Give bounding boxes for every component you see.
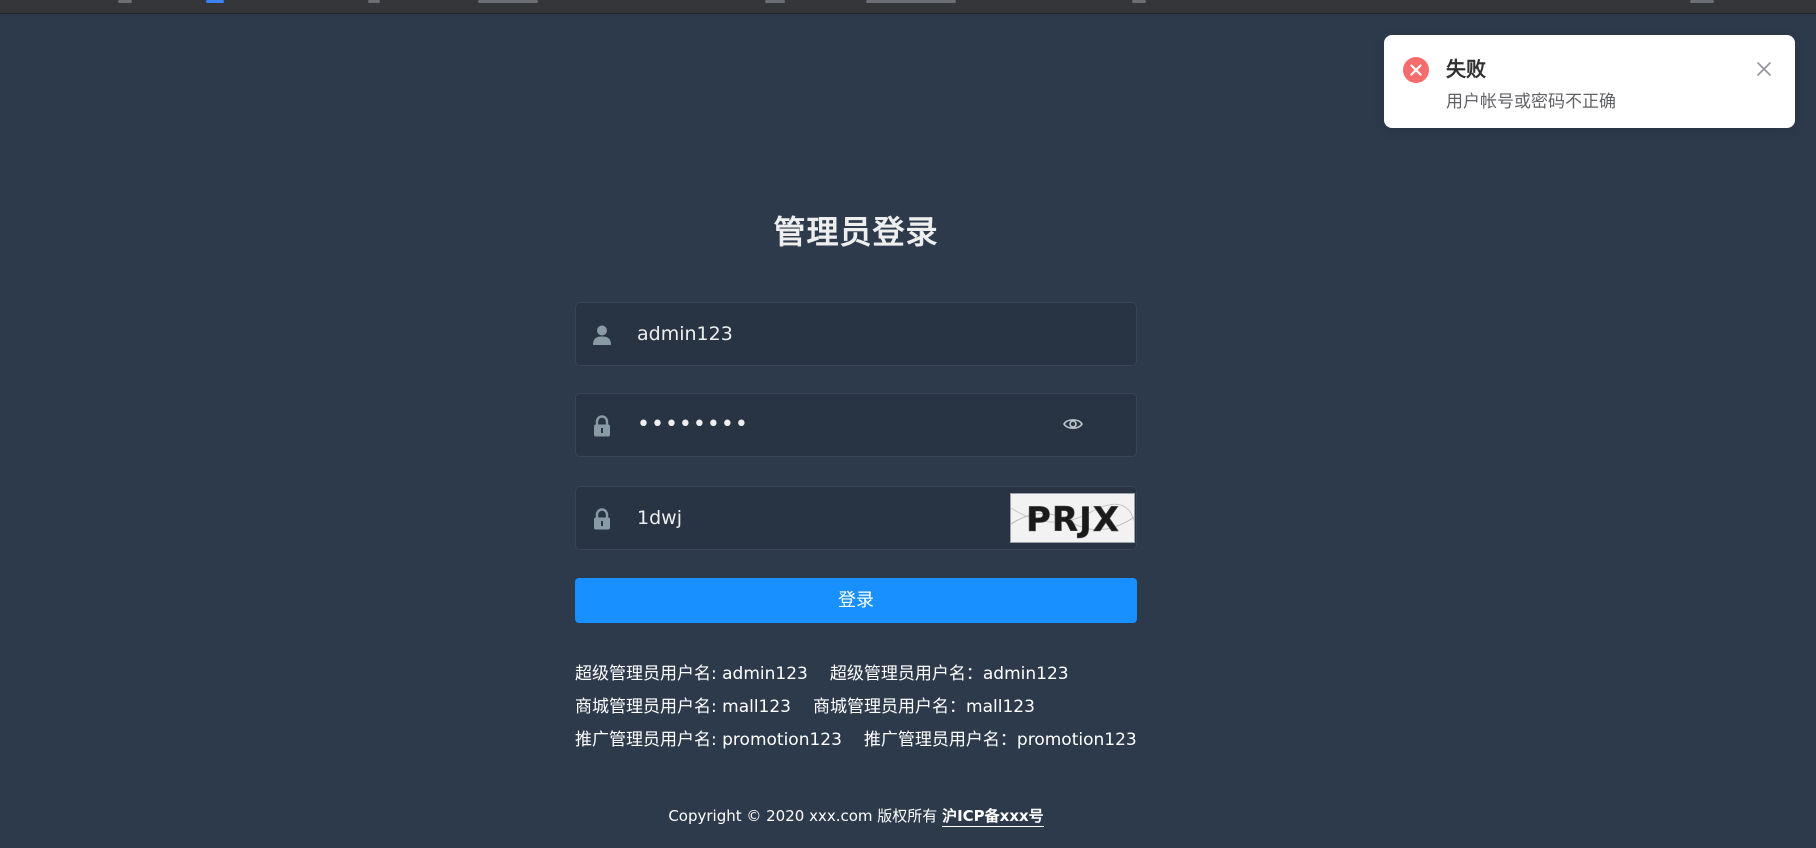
- browser-bookmark-bar: [0, 0, 1816, 14]
- bookmark-fragment: [765, 0, 785, 3]
- hint-text: 超级管理员用户名：admin123: [829, 664, 1069, 684]
- captcha-image[interactable]: PRJX: [1010, 493, 1135, 543]
- captcha-text: PRJX: [1026, 500, 1120, 540]
- error-notification: 失败 用户帐号或密码不正确: [1384, 35, 1795, 128]
- close-icon[interactable]: [1756, 61, 1772, 77]
- bookmark-fragment: [118, 0, 132, 3]
- eye-icon[interactable]: [1063, 414, 1083, 434]
- bookmark-fragment: [368, 0, 380, 3]
- bookmark-fragment: [866, 0, 956, 3]
- page-title: 管理员登录: [773, 213, 939, 251]
- bookmark-fragment: [1690, 0, 1714, 3]
- hint-line: 推广管理员用户名: promotion123 推广管理员用户名：promotion…: [575, 725, 1195, 750]
- password-field[interactable]: ••••••••: [575, 393, 1137, 457]
- hint-line: 超级管理员用户名: admin123 超级管理员用户名：admin123: [575, 659, 1195, 684]
- hint-line: 商城管理员用户名: mall123 商城管理员用户名：mall123: [575, 692, 1195, 717]
- notification-title: 失败: [1446, 57, 1486, 81]
- lock-icon: [592, 415, 612, 437]
- captcha-field[interactable]: 1dwj PRJX: [575, 486, 1137, 550]
- username-field[interactable]: admin123: [575, 302, 1137, 366]
- notification-message: 用户帐号或密码不正确: [1446, 92, 1616, 112]
- lock-icon: [592, 508, 612, 530]
- hint-text: 超级管理员用户名: admin123: [575, 664, 808, 684]
- icp-link[interactable]: 沪ICP备xxx号: [942, 807, 1044, 827]
- password-value: ••••••••: [637, 412, 749, 437]
- hint-text: 推广管理员用户名: promotion123: [575, 730, 842, 750]
- footer: Copyright © 2020 xxx.com 版权所有 沪ICP备xxx号: [0, 805, 1712, 827]
- hint-text: 推广管理员用户名：promotion123: [863, 730, 1137, 750]
- login-button[interactable]: 登录: [575, 578, 1137, 623]
- user-icon: [592, 324, 612, 346]
- bookmark-fragment: [1132, 0, 1146, 3]
- hint-text: 商城管理员用户名: mall123: [575, 697, 792, 717]
- username-value: admin123: [637, 323, 733, 345]
- captcha-value: 1dwj: [637, 507, 682, 529]
- copyright-text: Copyright © 2020 xxx.com 版权所有: [668, 807, 938, 825]
- bookmark-fragment: [478, 0, 538, 3]
- error-circle-icon: [1402, 56, 1430, 84]
- hint-text: 商城管理员用户名：mall123: [813, 697, 1035, 717]
- bookmark-fragment: [206, 0, 224, 3]
